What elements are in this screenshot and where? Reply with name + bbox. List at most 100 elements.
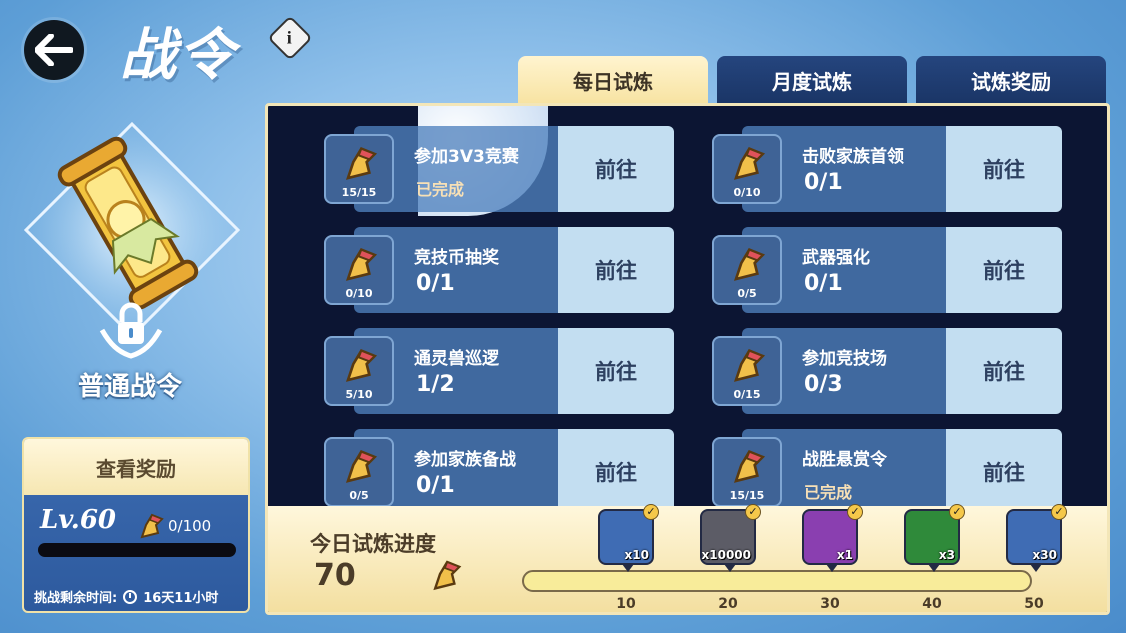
milestone-tick: 40 xyxy=(922,596,942,612)
back-button[interactable] xyxy=(24,20,84,80)
quest-card: 0/15 参加竞技场 0/3 前往 xyxy=(712,328,1062,414)
quest-go-button[interactable]: 前往 xyxy=(946,328,1062,414)
daily-progress-section: 今日试炼进度 70 x10 ✓ 10 x10000 ✓ 20 x1 ✓ 30 x3 ✓ 40 x30 ✓ 5… xyxy=(268,504,1107,612)
page-title: 战令 xyxy=(120,22,236,88)
quest-status: 已完成 xyxy=(416,180,465,199)
ticket-icon xyxy=(345,349,378,382)
milestone-pointer xyxy=(724,564,736,572)
progress-label: 今日试炼进度 xyxy=(310,532,436,556)
quest-go-button[interactable]: 前往 xyxy=(558,126,674,212)
quest-reward-icon: 0/10 xyxy=(324,235,394,305)
milestone-reward-red-pot-icon[interactable]: x1 ✓ xyxy=(802,504,863,572)
level-progress-bar xyxy=(38,543,236,557)
ticket-icon xyxy=(345,147,378,180)
quest-reward-count: 15/15 xyxy=(729,489,765,502)
ticket-icon xyxy=(733,349,766,382)
milestone-tick: 30 xyxy=(820,596,840,612)
reward-card: 查看奖励 Lv.60 0/100 挑战剩余时间: 16天11小时 xyxy=(22,437,250,613)
pass-name: 普通战令 xyxy=(77,372,182,402)
milestone-amount: x1 xyxy=(836,548,853,562)
quest-go-button[interactable]: 前往 xyxy=(558,227,674,313)
info-icon[interactable]: i xyxy=(267,15,313,61)
quest-reward-icon: 15/15 xyxy=(712,437,782,507)
quest-card: 0/5 参加家族备战 0/1 前往 xyxy=(324,429,674,515)
quest-go-button[interactable]: 前往 xyxy=(558,429,674,515)
quest-card: 0/10 击败家族首领 0/1 前往 xyxy=(712,126,1062,212)
check-icon: ✓ xyxy=(847,504,863,520)
quest-reward-count: 15/15 xyxy=(341,186,377,199)
ticket-icon xyxy=(345,450,378,483)
quest-go-button[interactable]: 前往 xyxy=(558,328,674,414)
milestone-reward-coin-icon[interactable]: x10000 ✓ xyxy=(700,504,761,572)
quest-go-button[interactable]: 前往 xyxy=(946,227,1062,313)
quest-title: 参加家族备战 xyxy=(414,450,516,470)
milestone-pointer xyxy=(928,564,940,572)
check-icon: ✓ xyxy=(745,504,761,520)
quest-status: 0/1 xyxy=(804,170,843,195)
quest-title: 击败家族首领 xyxy=(802,147,904,167)
tab-daily[interactable]: 每日试炼 xyxy=(518,56,708,104)
milestone-tick: 50 xyxy=(1024,596,1044,612)
remaining-label: 挑战剩余时间: xyxy=(34,591,118,606)
ticket-icon xyxy=(733,450,766,483)
milestone-pointer xyxy=(826,564,838,572)
quest-title: 参加竞技场 xyxy=(802,349,887,369)
quest-reward-count: 0/5 xyxy=(737,287,757,300)
clock-icon xyxy=(123,589,138,604)
progress-bar xyxy=(522,570,1032,592)
remaining-time: 16天11小时 xyxy=(143,591,219,606)
quest-status: 0/1 xyxy=(416,473,455,498)
tab-bar: 每日试炼 月度试炼 试炼奖励 xyxy=(518,56,1106,104)
quest-reward-count: 0/15 xyxy=(733,388,761,401)
arrow-left-icon xyxy=(35,34,73,66)
tab-rewards[interactable]: 试炼奖励 xyxy=(916,56,1106,104)
check-icon: ✓ xyxy=(1051,504,1067,520)
quest-go-button[interactable]: 前往 xyxy=(946,126,1062,212)
check-icon: ✓ xyxy=(643,504,659,520)
quest-title: 参加3V3竞赛 xyxy=(414,147,519,167)
progress-value: 70 xyxy=(314,558,356,593)
ticket-icon xyxy=(345,248,378,281)
quest-status: 0/1 xyxy=(416,271,455,296)
quest-card: 15/15 参加3V3竞赛 已完成 前往 xyxy=(324,126,674,212)
quest-card: 0/10 竞技币抽奖 0/1 前往 xyxy=(324,227,674,313)
milestone-amount: x3 xyxy=(938,548,955,562)
milestone-tick: 10 xyxy=(616,596,636,612)
quest-reward-icon: 0/5 xyxy=(712,235,782,305)
quest-reward-count: 5/10 xyxy=(345,388,373,401)
quest-reward-icon: 0/10 xyxy=(712,134,782,204)
quest-status: 已完成 xyxy=(804,483,853,502)
quest-reward-icon: 15/15 xyxy=(324,134,394,204)
ticket-icon xyxy=(733,248,766,281)
tab-monthly[interactable]: 月度试炼 xyxy=(717,56,907,104)
info-label: i xyxy=(287,27,293,48)
milestone-reward-green-spirit-icon[interactable]: x30 ✓ xyxy=(1006,504,1067,572)
view-rewards-button[interactable]: 查看奖励 xyxy=(24,439,248,495)
quest-status: 0/1 xyxy=(804,271,843,296)
quest-title: 通灵兽巡逻 xyxy=(414,349,499,369)
quest-reward-icon: 0/5 xyxy=(324,437,394,507)
quest-go-button[interactable]: 前往 xyxy=(946,429,1062,515)
quest-card: 0/5 武器强化 0/1 前往 xyxy=(712,227,1062,313)
milestone-tick: 20 xyxy=(718,596,738,612)
milestone-amount: x10000 xyxy=(701,548,752,562)
quest-reward-count: 0/10 xyxy=(345,287,373,300)
milestone-pointer xyxy=(1030,564,1042,572)
quest-reward-count: 0/10 xyxy=(733,186,761,199)
milestone-amount: x10 xyxy=(624,548,649,562)
quest-reward-icon: 5/10 xyxy=(324,336,394,406)
quest-title: 竞技币抽奖 xyxy=(414,248,499,268)
ticket-icon xyxy=(433,560,462,591)
quest-status: 0/3 xyxy=(804,372,843,397)
quest-reward-count: 0/5 xyxy=(349,489,369,502)
quest-title: 武器强化 xyxy=(802,248,870,268)
quest-reward-icon: 0/15 xyxy=(712,336,782,406)
level-label: Lv.60 xyxy=(40,505,117,535)
milestone-reward-green-gem-icon[interactable]: x10 ✓ xyxy=(598,504,659,572)
lock-icon xyxy=(99,302,163,359)
milestone-reward-key-icon[interactable]: x3 ✓ xyxy=(904,504,965,572)
milestone-amount: x30 xyxy=(1032,548,1057,562)
check-icon: ✓ xyxy=(949,504,965,520)
ticket-icon xyxy=(140,513,164,539)
quest-title: 战胜悬赏令 xyxy=(802,450,887,470)
